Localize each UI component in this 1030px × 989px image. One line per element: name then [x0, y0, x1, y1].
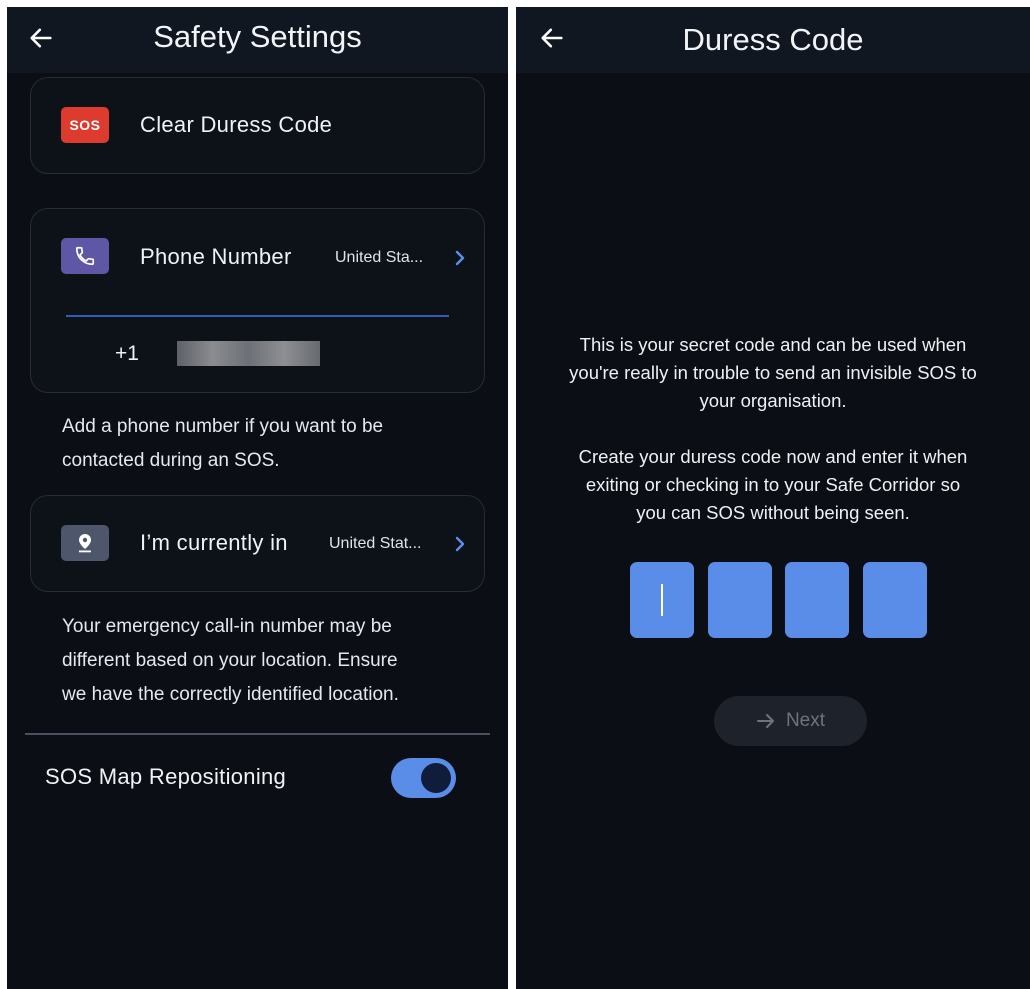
- next-button[interactable]: Next: [714, 696, 867, 746]
- phone-help-text: Add a phone number if you want to be con…: [62, 410, 383, 478]
- current-location-row[interactable]: I’m currently in United Stat...: [30, 495, 485, 592]
- phone-icon: [61, 238, 109, 274]
- chevron-right-icon[interactable]: [453, 535, 467, 553]
- clear-duress-code-row[interactable]: SOS Clear Duress Code: [30, 77, 485, 174]
- location-pin-icon: [61, 525, 109, 561]
- explanation-line: your organisation.: [699, 390, 847, 411]
- location-help-line: Your emergency call-in number may be: [62, 616, 392, 637]
- location-help-line: different based on your location. Ensure: [62, 650, 398, 671]
- divider: [25, 733, 490, 735]
- toggle-knob: [421, 763, 451, 793]
- phone-help-line: Add a phone number if you want to be: [62, 416, 384, 437]
- instruction-line: exiting or checking in to your Safe Corr…: [585, 474, 961, 495]
- page-title: Safety Settings: [153, 19, 362, 54]
- phone-prefix: +1: [115, 342, 139, 365]
- duress-code-screen: Duress Code This is your secret code and…: [516, 7, 1030, 989]
- arrow-right-icon: [756, 714, 774, 728]
- next-button-label: Next: [785, 710, 826, 731]
- location-country-value: United Stat...: [329, 535, 422, 552]
- chevron-right-icon[interactable]: [453, 249, 467, 267]
- instruction-line: you can SOS without being seen.: [636, 502, 910, 523]
- page-title: Duress Code: [682, 22, 864, 57]
- sos-map-repositioning-toggle[interactable]: [391, 758, 456, 798]
- phone-number-input[interactable]: [177, 341, 320, 366]
- safety-settings-screen: Safety Settings SOS Clear Duress Code Ph…: [7, 7, 508, 989]
- location-help-text: Your emergency call-in number may be dif…: [62, 610, 399, 712]
- app-bar: Duress Code: [516, 7, 1030, 73]
- explanation-line: you're really in trouble to send an invi…: [569, 362, 977, 383]
- phone-number-card: Phone Number United Sta... +1: [30, 208, 485, 393]
- sos-icon-text: SOS: [69, 117, 101, 133]
- app-bar: Safety Settings: [7, 7, 508, 73]
- phone-country-value[interactable]: United Sta...: [335, 249, 423, 267]
- code-digit-input[interactable]: [785, 562, 849, 638]
- code-digit-input[interactable]: [708, 562, 772, 638]
- location-help-line: we have the correctly identified locatio…: [62, 684, 399, 705]
- duress-explanation-text: This is your secret code and can be used…: [536, 331, 1010, 415]
- location-label: I’m currently in: [140, 530, 288, 555]
- code-digit-input[interactable]: [863, 562, 927, 638]
- phone-help-line: contacted during an SOS.: [62, 450, 280, 471]
- sos-map-repositioning-label: SOS Map Repositioning: [45, 764, 287, 789]
- text-cursor: [661, 584, 663, 616]
- phone-number-label: Phone Number: [140, 244, 292, 269]
- duress-instructions-text: Create your duress code now and enter it…: [536, 443, 1010, 527]
- clear-duress-code-label: Clear Duress Code: [140, 112, 333, 137]
- code-digit-input[interactable]: [630, 562, 694, 638]
- instruction-line: Create your duress code now and enter it…: [578, 446, 968, 467]
- phone-input-underline: [66, 315, 449, 317]
- explanation-line: This is your secret code and can be used…: [579, 334, 967, 355]
- sos-icon: SOS: [61, 107, 109, 143]
